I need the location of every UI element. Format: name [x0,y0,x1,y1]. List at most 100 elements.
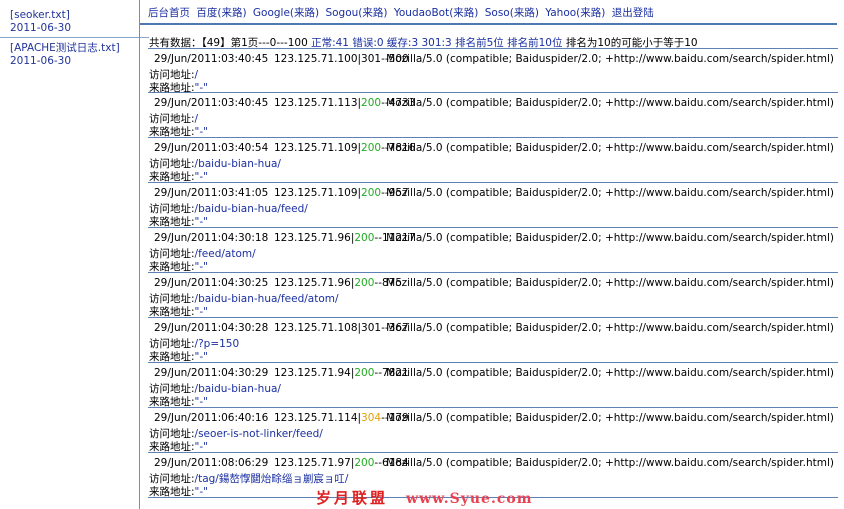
log-user-agent: Mozilla/5.0 (compatible; Baiduspider/2.0… [386,187,834,199]
log-status: 301 [361,53,382,65]
log-referer-row: 来路地址:"-" [149,349,208,364]
log-request: 123.125.71.96|200--875 [274,277,402,289]
log-referer-row: 来路地址:"-" [149,124,208,139]
nav-divider [140,23,837,25]
referer-value: "-" [194,486,208,498]
referer-label: 来路地址: [149,441,195,453]
log-entry-header: 29/Jun/2011:04:30:29 123.125.71.94|200--7… [154,367,838,379]
log-entry: 29/Jun/2011:04:30:29 123.125.71.94|200--7… [148,363,838,408]
log-entry-header: 29/Jun/2011:04:30:28 123.125.71.108|301--… [154,322,838,334]
log-status: 304 [361,412,382,424]
log-user-agent: Mozilla/5.0 (compatible; Baiduspider/2.0… [386,277,834,289]
log-user-agent: Mozilla/5.0 (compatible; Baiduspider/2.0… [386,97,834,109]
referer-label: 来路地址: [149,126,195,138]
referer-value: "-" [194,171,208,183]
sidebar: [seoker.txt] 2011-06-30 [APACHE测试日志.txt]… [0,0,149,509]
visit-path-link[interactable]: /seoer-is-not-linker/feed/ [195,428,323,440]
nav-admin-home[interactable]: 后台首页 [148,7,190,19]
log-entry-header: 29/Jun/2011:04:30:25 123.125.71.96|200--8… [154,277,838,289]
log-referer-row: 来路地址:"-" [149,484,208,499]
log-ip: 123.125.71.108| [274,322,362,334]
sidebar-divider [139,0,140,509]
log-entry: 29/Jun/2011:03:40:54 123.125.71.109|200--… [148,138,838,183]
visit-path-link[interactable]: /baidu-bian-hua/feed/ [195,203,308,215]
log-user-agent: Mozilla/5.0 (compatible; Baiduspider/2.0… [386,412,834,424]
log-time: 29/Jun/2011:03:40:45 [154,53,269,65]
log-status: 200 [361,97,382,109]
referer-label: 来路地址: [149,171,195,183]
log-file-name[interactable]: [seoker.txt] [10,9,149,22]
watermark-url: www.Syue.com [406,491,533,507]
log-time: 29/Jun/2011:08:06:29 [154,457,269,469]
log-entry: 29/Jun/2011:03:41:05 123.125.71.109|200--… [148,183,838,228]
watermark: 岁月联盟 www.Syue.com [316,487,533,508]
visit-path-link[interactable]: /tag/鍚嶅惸閮炲畭缁ョ剻宸ョ叿/ [195,473,349,485]
referer-label: 来路地址: [149,306,195,318]
log-entry-header: 29/Jun/2011:08:06:29 123.125.71.97|200--6… [154,457,838,469]
watermark-text: 岁月联盟 [316,489,389,507]
referer-value: "-" [194,261,208,273]
referer-label: 来路地址: [149,261,195,273]
nav-logout[interactable]: 退出登陆 [612,7,654,19]
referer-value: "-" [194,396,208,408]
log-entry-header: 29/Jun/2011:06:40:16 123.125.71.114|304--… [154,412,838,424]
log-status: 200 [361,187,382,199]
log-entry: 29/Jun/2011:04:30:25 123.125.71.96|200--8… [148,273,838,318]
log-entry: 29/Jun/2011:03:40:45 123.125.71.100|301--… [148,48,838,94]
referer-value: "-" [194,441,208,453]
log-status: 200 [354,277,375,289]
log-ip: 123.125.71.96| [274,232,355,244]
referer-value: "-" [194,126,208,138]
log-file-date: 2011-06-30 [10,22,72,34]
log-time: 29/Jun/2011:04:30:18 [154,232,269,244]
referer-label: 来路地址: [149,486,195,498]
log-time: 29/Jun/2011:03:41:05 [154,187,269,199]
referer-value: "-" [194,351,208,363]
log-referer-row: 来路地址:"-" [149,259,208,274]
log-user-agent: Mozilla/5.0 (compatible; Baiduspider/2.0… [386,142,834,154]
visit-path-link[interactable]: /baidu-bian-hua/feed/atom/ [195,293,339,305]
log-referer-row: 来路地址:"-" [149,169,208,184]
log-entry-header: 29/Jun/2011:03:40:45 123.125.71.100|301--… [154,53,838,65]
log-file-link[interactable]: [seoker.txt] 2011-06-30 [0,9,149,38]
log-file-date: 2011-06-30 [10,55,72,67]
nav-sogou-referer[interactable]: Sogou(来路) [325,7,387,19]
top-navigation: 后台首页 百度(来路) Google(来路) Sogou(来路) YoudaoB… [148,5,657,21]
log-entry: 29/Jun/2011:04:30:28 123.125.71.108|301--… [148,318,838,363]
log-entry-header: 29/Jun/2011:03:40:54 123.125.71.109|200--… [154,142,838,154]
log-entry: 29/Jun/2011:04:30:18 123.125.71.96|200--1… [148,228,838,273]
nav-yahoo-referer[interactable]: Yahoo(来路) [545,7,605,19]
referer-label: 来路地址: [149,216,195,228]
log-status: 200 [354,367,375,379]
log-referer-row: 来路地址:"-" [149,214,208,229]
log-referer-row: 来路地址:"-" [149,394,208,409]
nav-baidu-referer[interactable]: 百度(来路) [196,7,246,19]
log-user-agent: Mozilla/5.0 (compatible; Baiduspider/2.0… [386,232,834,244]
log-ip: 123.125.71.113| [274,97,362,109]
log-status: 200 [361,142,382,154]
log-ip: 123.125.71.96| [274,277,355,289]
log-ip: 123.125.71.100| [274,53,362,65]
log-entry-header: 29/Jun/2011:04:30:18 123.125.71.96|200--1… [154,232,838,244]
referer-value: "-" [194,216,208,228]
log-file-name[interactable]: [APACHE测试日志.txt] [10,42,149,55]
log-file-link[interactable]: [APACHE测试日志.txt] 2011-06-30 [0,42,149,68]
log-ip: 123.125.71.114| [274,412,362,424]
nav-youdaobot-referer[interactable]: YoudaoBot(来路) [394,7,479,19]
nav-google-referer[interactable]: Google(来路) [253,7,319,19]
log-entry: 29/Jun/2011:03:40:45 123.125.71.113|200--… [148,93,838,138]
log-status: 200 [354,232,375,244]
log-time: 29/Jun/2011:04:30:29 [154,367,269,379]
log-entry: 29/Jun/2011:06:40:16 123.125.71.114|304--… [148,408,838,453]
nav-soso-referer[interactable]: Soso(来路) [485,7,539,19]
log-referer-row: 来路地址:"-" [149,304,208,319]
referer-label: 来路地址: [149,351,195,363]
referer-label: 来路地址: [149,396,195,408]
log-user-agent: Mozilla/5.0 (compatible; Baiduspider/2.0… [386,367,834,379]
log-entry-header: 29/Jun/2011:03:40:45 123.125.71.113|200--… [154,97,838,109]
log-time: 29/Jun/2011:03:40:54 [154,142,269,154]
log-time: 29/Jun/2011:04:30:25 [154,277,269,289]
log-time: 29/Jun/2011:04:30:28 [154,322,269,334]
log-time: 29/Jun/2011:06:40:16 [154,412,269,424]
log-entry-header: 29/Jun/2011:03:41:05 123.125.71.109|200--… [154,187,838,199]
